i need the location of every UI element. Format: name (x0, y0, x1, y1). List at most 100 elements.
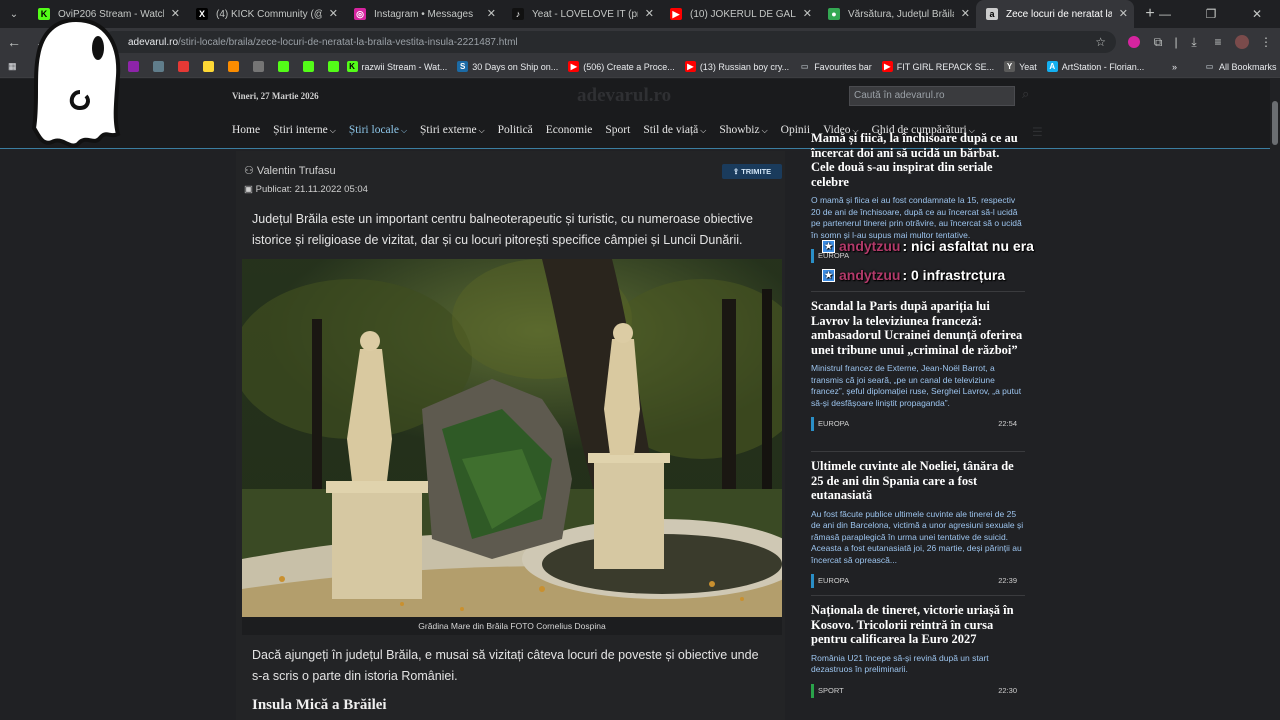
folder-icon: ▭ (800, 62, 809, 71)
divider: | (1174, 35, 1178, 49)
instagram-icon: ◎ (354, 8, 366, 20)
close-icon[interactable]: ✕ (329, 7, 338, 20)
news-item[interactable]: Scandal la Paris după apariția lui Lavro… (811, 299, 1025, 431)
browser-tab[interactable]: X(4) KICK Community (@kickcom✕ (186, 0, 344, 28)
minimize-button[interactable]: — (1142, 0, 1188, 28)
tab-search-button[interactable]: ⌄ (0, 0, 28, 28)
bookmark-item[interactable]: ▶ (506) Create a Proce... (568, 61, 675, 72)
browser-tab[interactable]: ▶(10) JOKERUL DE GALATI LUCA✕ (660, 0, 818, 28)
news-category[interactable]: SPORT (818, 686, 844, 695)
apps-grid-icon[interactable]: ▦ (8, 61, 17, 72)
share-button[interactable]: ⇪ TRIMITE (722, 164, 782, 179)
back-button[interactable]: ← (0, 28, 28, 56)
browser-tab[interactable]: ◎ Instagram • Messages ✕ (344, 0, 502, 28)
media-controls-icon[interactable]: ≡ (1206, 28, 1230, 56)
close-icon[interactable]: ✕ (487, 7, 496, 20)
site-icon[interactable] (202, 61, 214, 72)
close-icon[interactable]: ✕ (961, 7, 970, 20)
bookmark-item[interactable]: S 30 Days on Ship on... (457, 61, 558, 72)
news-item[interactable]: Naționala de tineret, victorie uriașă în… (811, 603, 1025, 698)
page-scrollbar[interactable] (1270, 79, 1280, 720)
site-icon[interactable] (227, 61, 239, 72)
nav-item[interactable]: Politică (498, 124, 533, 136)
bookmark-item[interactable]: ▶ FIT GIRL REPACK SE... (881, 61, 994, 72)
close-icon[interactable]: ✕ (171, 7, 180, 20)
nav-item[interactable]: Economie (546, 124, 593, 136)
nav-item[interactable]: Știri externe ⌵ (420, 124, 485, 136)
chevron-down-icon: ⌄ (9, 8, 19, 20)
x-icon: X (196, 8, 208, 20)
site-icon[interactable] (252, 61, 264, 72)
close-icon[interactable]: ✕ (645, 7, 654, 20)
browser-toolbar: ← → ↻ adevarul.ro/stiri-locale/braila/ze… (0, 28, 1280, 56)
header-date: Vineri, 27 Martie 2026 (232, 91, 319, 101)
address-bar[interactable]: adevarul.ro/stiri-locale/braila/zece-loc… (102, 31, 1116, 53)
site-icon[interactable] (177, 61, 189, 72)
garden-fountain-photo (242, 259, 782, 617)
site-icon[interactable] (127, 61, 139, 72)
article-author[interactable]: ⚇ Valentin Trufasu (244, 164, 336, 177)
news-category[interactable]: EUROPA (818, 576, 849, 585)
nav-item[interactable]: Showbiz ⌵ (719, 124, 767, 136)
news-title[interactable]: Scandal la Paris după apariția lui Lavro… (811, 299, 1025, 357)
bookmarks-bar: ▦ Krazwii Stream - Wat... S 30 Days on Shi… (0, 56, 1280, 78)
nav-item[interactable]: Știri locale ⌵ (349, 124, 407, 136)
bookmarks-overflow-icon[interactable]: » (1172, 62, 1177, 72)
article-published: ▣ Publicat: 21.11.2022 05:04 (244, 184, 368, 195)
close-icon[interactable]: ✕ (1119, 7, 1128, 20)
more-menu-icon[interactable]: ⋮ (1254, 28, 1278, 56)
news-time: 22:39 (998, 576, 1017, 585)
nav-item[interactable]: Știri interne ⌵ (273, 124, 336, 136)
bookmark-item[interactable]: Krazwii Stream - Wat... (346, 61, 447, 72)
nav-item[interactable]: Sport (605, 124, 630, 136)
news-title[interactable]: Ultimele cuvinte ale Noeliei, tânăra de … (811, 459, 1025, 503)
site-header: Vineri, 27 Martie 2026 adevarul.ro Caută… (0, 79, 1270, 149)
browser-tab-active[interactable]: aZece locuri de neratat la Brăila✕ (976, 0, 1134, 28)
bookmark-item[interactable]: Y Yeat (1004, 61, 1037, 72)
news-item[interactable]: Ultimele cuvinte ale Noeliei, tânăra de … (811, 459, 1025, 588)
news-title[interactable]: Mamă și fiică, la închisoare după ce au … (811, 131, 1025, 189)
site-icon[interactable] (277, 61, 289, 72)
browser-tab[interactable]: ♪Yeat - LOVELOVE IT (prod. Synth✕ (502, 0, 660, 28)
download-icon[interactable]: ⤓ (1182, 28, 1206, 56)
search-icon[interactable]: ⌕ (1022, 86, 1029, 102)
news-title[interactable]: Naționala de tineret, victorie uriașă în… (811, 603, 1025, 647)
arrow-left-icon: ← (7, 34, 21, 50)
nav-item[interactable]: Opinii (781, 124, 810, 136)
browser-tab[interactable]: ●Vărsătura, Județul Brăila - Goog✕ (818, 0, 976, 28)
extensions-puzzle-icon[interactable]: ⧉ (1146, 28, 1170, 56)
window-close-button[interactable]: ✕ (1234, 0, 1280, 28)
nav-item[interactable]: Stil de viață ⌵ (643, 124, 706, 136)
folder-icon: ▭ (1205, 62, 1214, 71)
site-logo[interactable]: adevarul.ro (577, 85, 671, 107)
site-icon[interactable] (327, 61, 339, 72)
hamburger-menu-icon[interactable]: ☰ (1032, 125, 1043, 139)
bookmark-item[interactable]: ▭ Favourites bar (799, 61, 872, 72)
nav-item[interactable]: Home (232, 124, 260, 136)
bookmark-star-icon[interactable]: ☆ (1095, 35, 1106, 49)
news-summary[interactable]: Ministrul francez de Externe, Jean-Noël … (811, 363, 1025, 409)
site-icon[interactable] (302, 61, 314, 72)
news-summary[interactable]: Au fost făcute publice ultimele cuvinte … (811, 509, 1025, 567)
site-icon[interactable] (152, 61, 164, 72)
profile-avatar[interactable] (1230, 28, 1254, 56)
news-summary[interactable]: O mamă și fiica ei au fost condamnate la… (811, 195, 1025, 241)
news-meta: EUROPA 22:39 (811, 574, 1025, 588)
user-icon: ⚇ (244, 165, 257, 177)
bookmark-item[interactable]: A ArtStation - Florian... (1046, 61, 1144, 72)
extension-icon[interactable] (1122, 28, 1146, 56)
news-category[interactable]: EUROPA (818, 419, 849, 428)
bookmark-item[interactable]: ▶ (13) Russian boy cry... (684, 61, 789, 72)
close-icon[interactable]: ✕ (803, 7, 812, 20)
scrollbar-thumb[interactable] (1272, 101, 1278, 145)
restore-button[interactable]: ❐ (1188, 0, 1234, 28)
all-bookmarks-folder[interactable]: ▭ All Bookmarks (1204, 61, 1277, 72)
chat-badge-icon: ★ (822, 268, 835, 282)
youtube-icon: ▶ (684, 61, 696, 72)
article-photo[interactable] (242, 259, 782, 617)
news-summary[interactable]: România U21 începe să-și revină după un … (811, 653, 1025, 676)
news-meta: EUROPA 22:54 (811, 417, 1025, 431)
adevarul-icon: a (986, 8, 998, 20)
search-input[interactable]: Caută în adevarul.ro (849, 86, 1015, 106)
url-host: adevarul.ro (128, 36, 179, 48)
